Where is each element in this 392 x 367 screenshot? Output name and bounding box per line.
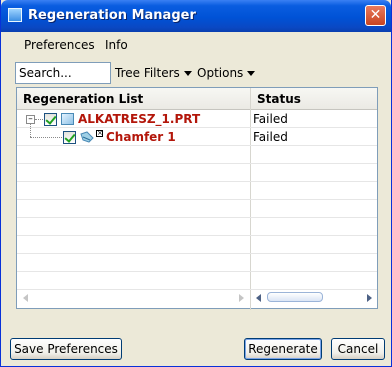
right-horizontal-scrollbar[interactable]: [251, 289, 377, 306]
window-title: Regeneration Manager: [28, 8, 196, 23]
menu-info[interactable]: Info: [105, 38, 128, 52]
empty-row: [17, 200, 377, 218]
scroll-right-icon[interactable]: [367, 294, 372, 302]
chevron-down-icon: [183, 71, 192, 76]
failed-marker-icon: ×: [96, 129, 103, 137]
row-status: Failed: [253, 130, 288, 144]
row-label: ALKATRESZ_1.PRT: [78, 112, 201, 126]
row-checkbox[interactable]: [63, 131, 76, 144]
scroll-left-icon[interactable]: [256, 294, 261, 302]
empty-row: [17, 218, 377, 236]
row-status: Failed: [253, 112, 288, 126]
options-label: Options: [197, 66, 244, 80]
empty-row: [17, 254, 377, 272]
tree-filters-label: Tree Filters: [115, 66, 180, 80]
cancel-button[interactable]: Cancel: [331, 338, 385, 360]
chevron-down-icon: [247, 71, 256, 76]
menu-bar: Preferences Info: [1, 33, 391, 57]
empty-row: [17, 182, 377, 200]
row-checkbox[interactable]: [44, 113, 57, 126]
close-button[interactable]: ✕: [365, 5, 386, 26]
left-horizontal-scrollbar[interactable]: [17, 289, 250, 306]
regenerate-button[interactable]: Regenerate: [244, 338, 322, 360]
regeneration-tree: Regeneration List Status – ALKATRESZ_1.P…: [16, 87, 378, 310]
empty-row: [17, 236, 377, 254]
app-icon: [8, 8, 22, 22]
scroll-right-icon[interactable]: [239, 294, 244, 302]
collapse-icon[interactable]: –: [26, 115, 35, 124]
part-icon: [61, 113, 74, 125]
row-label: Chamfer 1: [106, 130, 176, 144]
save-preferences-button[interactable]: Save Preferences: [10, 338, 122, 360]
column-header-regeneration-list[interactable]: Regeneration List: [17, 88, 250, 110]
empty-row: [17, 164, 377, 182]
empty-row: [17, 272, 377, 290]
tree-filters-dropdown[interactable]: Tree Filters: [115, 66, 192, 80]
scroll-thumb[interactable]: [267, 292, 323, 302]
empty-row: [17, 146, 377, 164]
menu-preferences[interactable]: Preferences: [24, 38, 95, 52]
chamfer-feature-icon: [80, 131, 94, 143]
tree-row-part[interactable]: – ALKATRESZ_1.PRT Failed: [17, 110, 377, 128]
title-bar[interactable]: Regeneration Manager ✕: [1, 0, 391, 32]
tree-row-feature[interactable]: × Chamfer 1 Failed: [17, 124, 377, 146]
column-header-status[interactable]: Status: [251, 88, 377, 110]
options-dropdown[interactable]: Options: [197, 66, 256, 80]
regeneration-manager-window: Regeneration Manager ✕ Preferences Info …: [0, 0, 392, 367]
scroll-left-icon[interactable]: [23, 294, 28, 302]
search-input[interactable]: [15, 62, 111, 84]
